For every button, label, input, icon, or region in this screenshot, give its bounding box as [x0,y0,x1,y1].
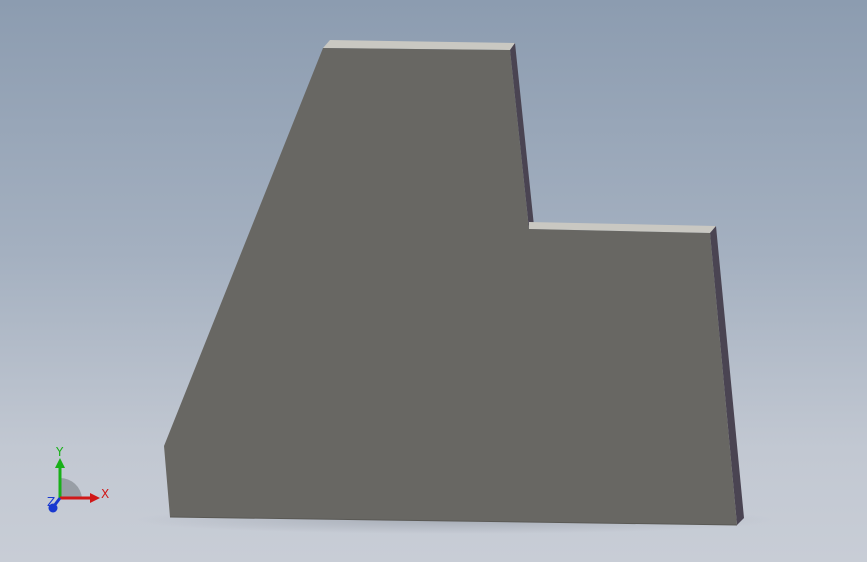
x-axis-arrow-icon [90,493,100,503]
graphics-viewport[interactable]: Y X Z [0,0,867,562]
part-model[interactable] [0,0,867,562]
front-face[interactable] [164,48,737,525]
triad-sphere [60,477,82,498]
x-axis-label: X [101,487,109,501]
reference-triad[interactable]: Y X Z [30,440,120,520]
z-axis-label: Z [47,495,55,509]
y-axis-label: Y [55,445,64,459]
y-axis-arrow-icon [55,458,65,468]
